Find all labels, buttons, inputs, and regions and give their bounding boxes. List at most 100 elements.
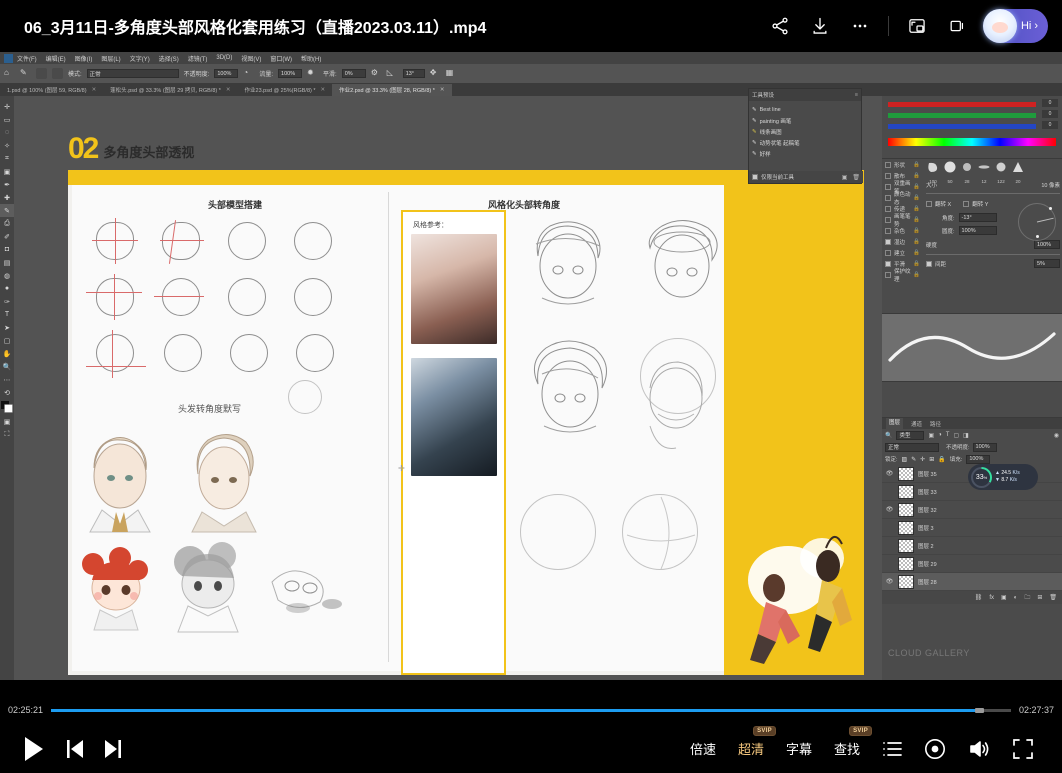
search-icon[interactable]: 🔍 bbox=[885, 432, 892, 439]
subtitle-button[interactable]: 字幕 bbox=[786, 739, 812, 758]
tab-channels[interactable]: 通道 bbox=[911, 420, 922, 428]
zoom-tool-icon[interactable]: 🔍 bbox=[0, 360, 14, 373]
tool-preset-item-label[interactable]: 线条画图 bbox=[760, 128, 782, 136]
brush-settings-panel[interactable]: 100 50 28 12 bbox=[882, 158, 1062, 313]
eye-icon[interactable]: 👁 bbox=[885, 470, 894, 477]
hand-tool-icon[interactable]: ✋ bbox=[0, 347, 14, 360]
brush-angle-icon[interactable]: ◺ bbox=[387, 68, 398, 79]
document-tab-active[interactable]: 作业2.psd @ 33.3% (图层 28, RGB/8) *✕ bbox=[332, 84, 451, 96]
current-tool-only-checkbox[interactable] bbox=[752, 174, 758, 180]
lock-icon[interactable]: 🔒 bbox=[913, 228, 920, 234]
menu-3d[interactable]: 3D(D) bbox=[216, 55, 232, 61]
lock-icon[interactable]: 🔒 bbox=[913, 250, 920, 256]
lock-icon[interactable]: 🔒 bbox=[913, 195, 920, 201]
menu-filter[interactable]: 滤镜(T) bbox=[188, 54, 208, 63]
close-icon[interactable]: ✕ bbox=[321, 87, 326, 93]
filter-adjustment-icon[interactable]: ◑ bbox=[938, 432, 942, 438]
tool-preset-item-label[interactable]: Best line bbox=[760, 107, 781, 113]
tab-layers[interactable]: 图层 bbox=[886, 418, 903, 429]
quick-select-tool-icon[interactable]: ✧ bbox=[0, 139, 14, 152]
move-tool-icon[interactable]: ✛ bbox=[0, 100, 14, 113]
layer-mask-icon[interactable]: ▣ bbox=[1001, 594, 1007, 601]
filter-smart-object-icon[interactable]: ◨ bbox=[963, 432, 969, 439]
link-layers-icon[interactable]: ⛓ bbox=[975, 594, 983, 601]
flip-y-checkbox[interactable] bbox=[963, 201, 969, 207]
tool-preset-item-label[interactable]: 动势状笔 起稿笔 bbox=[760, 139, 800, 147]
tablet-pressure-icon[interactable]: ▦ bbox=[446, 68, 457, 79]
fill-value[interactable]: 100% bbox=[966, 455, 990, 464]
lock-transparent-icon[interactable]: ▨ bbox=[902, 456, 908, 463]
layer-row[interactable]: 图层 3 bbox=[882, 519, 1062, 537]
more-tools-icon[interactable]: ⋯ bbox=[0, 373, 14, 386]
lock-icon[interactable]: 🔒 bbox=[913, 162, 920, 168]
shape-tool-icon[interactable]: ▢ bbox=[0, 334, 14, 347]
delete-layer-icon[interactable]: 🗑 bbox=[1049, 594, 1057, 601]
spacing-checkbox[interactable] bbox=[926, 261, 932, 267]
share-icon[interactable] bbox=[760, 6, 800, 46]
layers-panel-tabs[interactable]: 图层 通道 路径 bbox=[882, 418, 1062, 429]
eyedropper-tool-icon[interactable]: ✒ bbox=[0, 178, 14, 191]
lock-icon[interactable]: 🔒 bbox=[913, 206, 920, 212]
lock-nesting-icon[interactable]: ⊞ bbox=[929, 456, 934, 463]
lasso-tool-icon[interactable]: ◌ bbox=[0, 126, 14, 139]
quick-mask-icon[interactable]: ▣ bbox=[0, 415, 14, 428]
adjustment-layer-icon[interactable]: ◐ bbox=[1014, 595, 1018, 601]
fullscreen-icon[interactable] bbox=[1012, 738, 1034, 760]
filter-shape-icon[interactable]: ▢ bbox=[953, 432, 959, 439]
brush-tool-icon[interactable]: ✎ bbox=[0, 204, 14, 217]
flow-input[interactable]: 100% bbox=[278, 69, 302, 78]
brush-options-list[interactable]: 形状🔒 散布🔒 双重画笔🔒 颜色动态🔒 传递🔒 画笔笔势🔒 杂色🔒 湿边🔒 建立… bbox=[882, 159, 924, 280]
layer-row[interactable]: 图层 2 bbox=[882, 537, 1062, 555]
lock-icon[interactable]: 🔒 bbox=[913, 239, 920, 245]
eye-icon[interactable]: 👁 bbox=[885, 506, 894, 513]
menu-type[interactable]: 文字(Y) bbox=[130, 54, 150, 63]
document-tab[interactable]: 作业23.psd @ 25%(RGB/8) *✕ bbox=[238, 84, 333, 96]
marquee-tool-icon[interactable]: ▭ bbox=[0, 113, 14, 126]
performance-overlay[interactable]: 33% ▲ 24.5 K/s ▼ 8.7 K/s bbox=[968, 464, 1038, 490]
home-icon[interactable]: ⌂ bbox=[4, 68, 15, 79]
menu-image[interactable]: 图像(I) bbox=[75, 54, 93, 63]
foreground-background-color-icon[interactable] bbox=[0, 399, 14, 415]
brush-angle-dial[interactable] bbox=[1018, 203, 1056, 241]
layer-opacity-value[interactable]: 100% bbox=[973, 443, 997, 452]
menu-help[interactable]: 帮助(H) bbox=[301, 54, 321, 63]
progress-track[interactable] bbox=[51, 709, 1011, 712]
layer-row-selected[interactable]: 👁 图层 28 bbox=[882, 573, 1062, 591]
brush-spacing-value[interactable]: 5% bbox=[1034, 259, 1060, 268]
menu-layer[interactable]: 图层(L) bbox=[101, 54, 120, 63]
new-layer-icon[interactable]: ⊞ bbox=[1037, 594, 1042, 601]
lock-icon[interactable]: 🔒 bbox=[913, 173, 920, 179]
lock-icon[interactable]: 🔒 bbox=[913, 217, 920, 223]
brush-preset-picker-icon[interactable] bbox=[52, 68, 63, 79]
brush-hardness-value[interactable]: 100% bbox=[1034, 240, 1060, 249]
pen-tool-icon[interactable]: ✑ bbox=[0, 295, 14, 308]
progress-handle[interactable] bbox=[975, 708, 984, 713]
brush-angle-field-value[interactable]: -13° bbox=[959, 213, 997, 222]
tool-presets-panel[interactable]: 工具预设 ≡ ✎ Best line ✎ painting 画笔 ✎ 线条画图 … bbox=[748, 88, 862, 184]
brush-tool-icon[interactable]: ✎ bbox=[20, 68, 31, 79]
new-group-icon[interactable]: 🗀 bbox=[1024, 593, 1030, 603]
brush-size-preview-icon[interactable] bbox=[36, 68, 47, 79]
color-r-value[interactable]: 0 bbox=[1042, 99, 1058, 107]
eye-icon[interactable]: 👁 bbox=[885, 578, 894, 585]
lock-icon[interactable]: 🔒 bbox=[913, 272, 920, 278]
lock-image-icon[interactable]: ✎ bbox=[911, 456, 916, 463]
play-icon[interactable] bbox=[22, 736, 46, 762]
tab-paths[interactable]: 路径 bbox=[930, 420, 941, 428]
lock-all-icon[interactable]: 🔒 bbox=[938, 456, 945, 463]
opacity-input[interactable]: 100% bbox=[214, 69, 238, 78]
edit-toolbar-icon[interactable]: ⟲ bbox=[0, 386, 14, 399]
smoothing-options-gear-icon[interactable]: ⚙ bbox=[371, 68, 382, 79]
screen-mode-icon[interactable]: ⛶ bbox=[0, 428, 14, 441]
layer-row[interactable]: 图层 29 bbox=[882, 555, 1062, 573]
blur-tool-icon[interactable]: ◍ bbox=[0, 269, 14, 282]
pressure-opacity-icon[interactable]: ◔ bbox=[243, 68, 254, 79]
quality-button[interactable]: 超清 SVIP bbox=[738, 739, 764, 758]
menu-file[interactable]: 文件(F) bbox=[17, 54, 37, 63]
menu-select[interactable]: 选择(S) bbox=[159, 54, 179, 63]
record-icon[interactable] bbox=[924, 738, 946, 760]
close-icon[interactable]: ✕ bbox=[440, 87, 445, 93]
brush-angle-input[interactable]: 13° bbox=[403, 69, 425, 78]
playback-speed-button[interactable]: 倍速 bbox=[690, 739, 716, 758]
frame-tool-icon[interactable]: ▣ bbox=[0, 165, 14, 178]
